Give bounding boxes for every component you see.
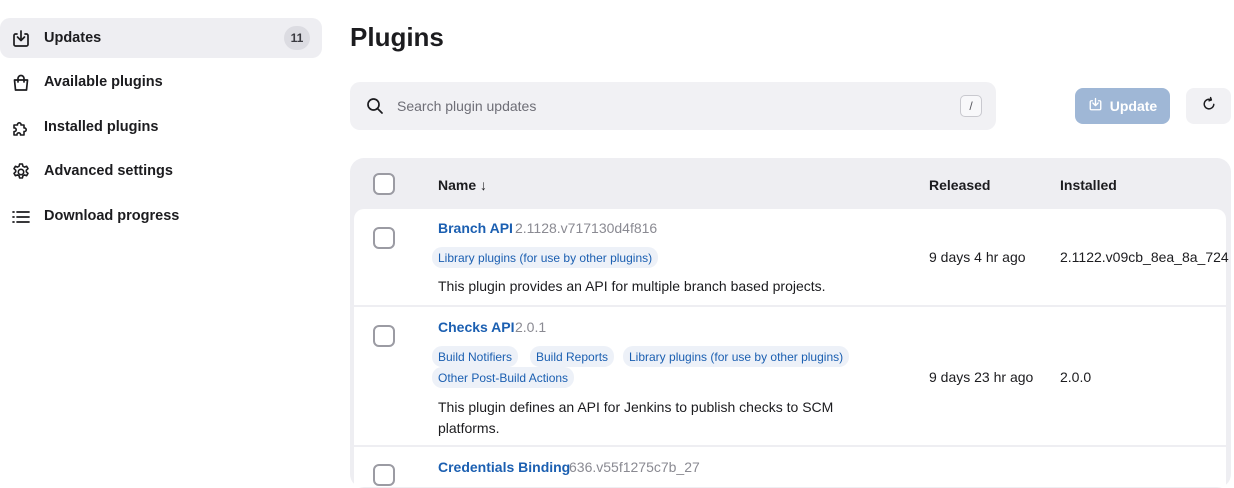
sidebar-item-label: Download progress	[44, 208, 180, 224]
plugin-name-link[interactable]: Checks API	[438, 319, 515, 335]
sidebar-item-advanced-settings[interactable]: Advanced settings	[0, 151, 322, 191]
shopping-bag-icon	[10, 72, 31, 93]
plugin-version: 636.v55f1275c7b_27	[569, 459, 700, 475]
updates-count-badge: 11	[284, 26, 310, 50]
category-tag[interactable]: Library plugins (for use by other plugin…	[623, 346, 850, 367]
sidebar-item-installed-plugins[interactable]: Installed plugins	[0, 107, 322, 147]
sidebar-item-updates[interactable]: Updates 11	[0, 18, 322, 58]
installed-version-cell: 2.0.0	[1060, 369, 1092, 385]
refresh-button[interactable]	[1186, 88, 1231, 124]
plugin-version: 2.1128.v717130d4f816	[515, 220, 658, 236]
row-checkbox[interactable]	[373, 325, 395, 347]
download-icon	[10, 28, 31, 49]
search-bar[interactable]	[350, 82, 996, 130]
sidebar-item-label: Updates	[44, 30, 102, 46]
puzzle-icon	[10, 117, 31, 138]
plugin-description: platforms.	[438, 420, 500, 436]
plugin-version: 2.0.1	[515, 319, 547, 335]
select-all-checkbox[interactable]	[373, 173, 395, 195]
search-shortcut-hint: /	[960, 95, 982, 117]
sidebar-item-download-progress[interactable]: Download progress	[0, 196, 322, 236]
search-icon	[366, 97, 384, 115]
category-tag[interactable]: Build Reports	[530, 346, 615, 367]
sidebar-item-label: Available plugins	[44, 74, 163, 90]
row-checkbox[interactable]	[373, 227, 395, 249]
category-tag[interactable]: Other Post-Build Actions	[432, 367, 575, 388]
released-cell: 9 days 4 hr ago	[929, 249, 1026, 265]
plugin-name-link[interactable]: Branch API	[438, 220, 513, 236]
search-input[interactable]	[397, 94, 937, 118]
plugin-description: This plugin defines an API for Jenkins t…	[438, 399, 834, 415]
list-icon	[10, 206, 31, 227]
sidebar: Updates 11 Available plugins Installed p…	[0, 0, 330, 476]
gear-icon	[10, 161, 31, 182]
column-header-installed[interactable]: Installed	[1060, 177, 1117, 193]
plugin-description: This plugin provides an API for multiple…	[438, 278, 826, 294]
sidebar-item-available-plugins[interactable]: Available plugins	[0, 62, 322, 102]
category-tag[interactable]: Build Notifiers	[432, 346, 519, 367]
row-checkbox[interactable]	[373, 464, 395, 486]
update-button-label: Update	[1109, 98, 1158, 114]
sidebar-item-label: Installed plugins	[44, 119, 159, 135]
update-button[interactable]: Update	[1075, 88, 1170, 124]
sidebar-item-label: Advanced settings	[44, 163, 173, 179]
column-header-released[interactable]: Released	[929, 177, 990, 193]
plugin-name-link[interactable]: Credentials Binding	[438, 459, 570, 475]
column-header-name[interactable]: Name ↓	[438, 177, 487, 193]
refresh-icon	[1201, 96, 1217, 117]
category-tag[interactable]: Library plugins (for use by other plugin…	[432, 247, 659, 268]
released-cell: 9 days 23 hr ago	[929, 369, 1034, 385]
page-title: Plugins	[350, 22, 444, 52]
installed-version-cell: 2.1122.v09cb_8ea_8a_724	[1060, 249, 1229, 265]
download-icon	[1088, 97, 1103, 115]
